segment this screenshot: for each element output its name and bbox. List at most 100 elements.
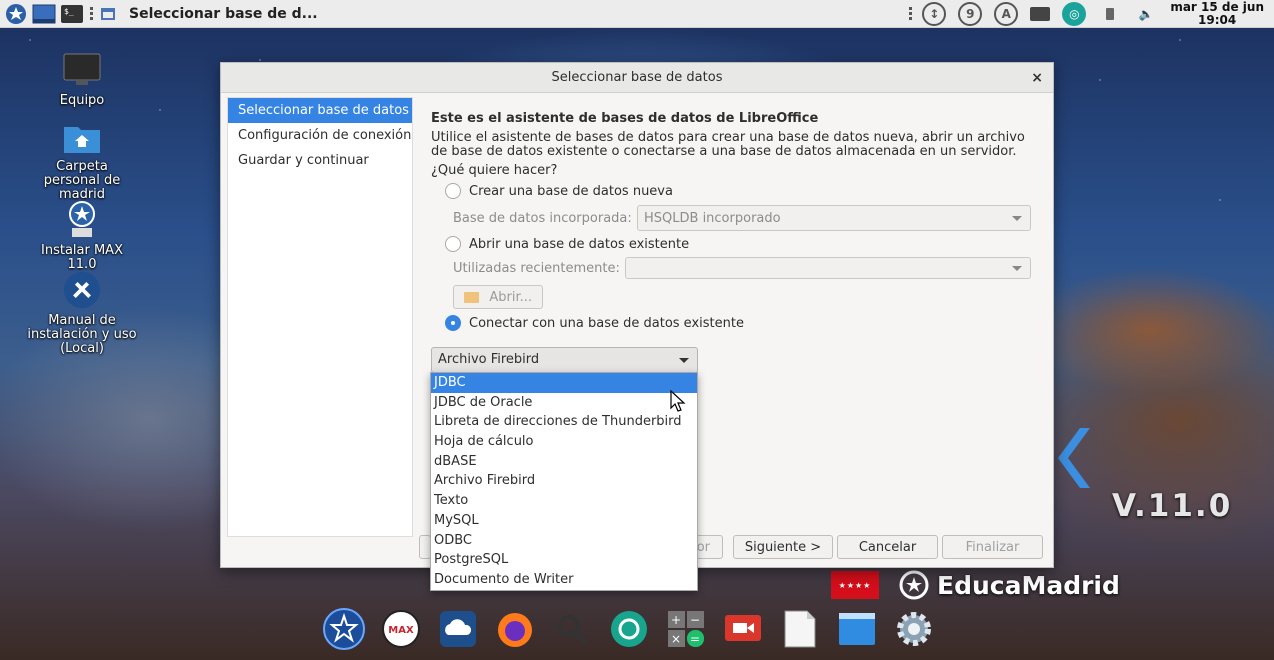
dock: MAX + − × = (322, 606, 949, 652)
taskbar-window-title: Seleccionar base de d... (129, 5, 318, 22)
back-button-label: or (696, 539, 710, 555)
display-icon[interactable] (1030, 7, 1051, 21)
desktop-icon-home[interactable]: Carpeta personal de madrid (27, 120, 137, 202)
max-inside-icon[interactable]: MAX (379, 607, 423, 651)
panel-separator (909, 7, 913, 21)
open-button-wrap: Abrir... (453, 285, 543, 309)
settings-icon[interactable] (892, 607, 936, 651)
educamadrid-wordmark: EducaMadrid (897, 570, 1120, 600)
dropdown-option-writer[interactable]: Documento de Writer (431, 570, 697, 590)
computer-icon (62, 50, 102, 90)
video-icon[interactable] (721, 607, 765, 651)
dropdown-option-jdbc-oracle[interactable]: JDBC de Oracle (431, 393, 697, 413)
embedded-db-value: HSQLDB incorporado (644, 210, 781, 226)
show-desktop-icon[interactable] (32, 3, 56, 25)
clock[interactable]: mar 15 de jun 19:04 (1170, 1, 1264, 27)
svg-text:$_: $_ (64, 7, 74, 16)
madrid-flag-icon: ★★★★ (831, 571, 879, 599)
embedded-db-select: HSQLDB incorporado (637, 205, 1031, 231)
desktop-icon-label: Equipo (59, 93, 105, 108)
recent-select (625, 257, 1031, 279)
desktop-icon-label: Instalar MAX 11.0 (41, 243, 123, 272)
next-button-label: Siguiente > (744, 539, 822, 555)
panel-separator (90, 6, 93, 21)
dropdown-option-spreadsheet[interactable]: Hoja de cálculo (431, 432, 697, 452)
dropdown-option-thunderbird[interactable]: Libreta de direcciones de Thunderbird (431, 412, 697, 432)
connect-radio[interactable] (445, 315, 461, 331)
terminal-icon[interactable]: $_ (60, 3, 84, 25)
volume-icon[interactable]: 🔈 (1134, 2, 1158, 26)
nine-icon[interactable]: 9 (958, 2, 983, 26)
home-folder-icon (62, 120, 102, 156)
wizard-steps: Seleccionar base de datos Configuración … (227, 97, 413, 537)
wizard-step-select-database[interactable]: Seleccionar base de datos (228, 98, 412, 123)
clock-time: 19:04 (1198, 13, 1237, 27)
a-icon[interactable]: A (994, 2, 1019, 26)
window-icon[interactable] (835, 607, 879, 651)
desktop-icon-equipo[interactable]: Equipo (27, 50, 137, 108)
educamadrid-star-icon (899, 570, 929, 600)
next-button[interactable]: Siguiente > (733, 535, 833, 559)
max-logo-fragment (1058, 428, 1090, 488)
vpn-icon[interactable]: ◎ (1062, 2, 1087, 26)
max-star-icon[interactable] (322, 607, 366, 651)
embedded-db-label: Base de datos incorporada: (453, 210, 632, 226)
connection-type-dropdown: JDBC JDBC de Oracle Libreta de direccion… (430, 372, 698, 591)
svg-text:MAX: MAX (388, 625, 414, 636)
taskbar-window-button[interactable]: Seleccionar base de d... (101, 6, 318, 22)
recent-row: Utilizadas recientemente: (453, 257, 1041, 279)
chevron-down-icon (1012, 216, 1022, 221)
desktop-icon-label: Manual de instalación y uso (Local) (27, 313, 137, 356)
connection-type-select[interactable]: Archivo Firebird (431, 347, 698, 373)
dropdown-option-jdbc[interactable]: JDBC (431, 373, 697, 393)
installer-icon (62, 200, 102, 240)
camera-shutter-icon[interactable] (607, 607, 651, 651)
dropdown-option-dbase[interactable]: dBASE (431, 452, 697, 472)
dialog-titlebar[interactable]: Seleccionar base de datos × (221, 63, 1053, 93)
wizard-heading: Este es el asistente de bases de datos d… (431, 111, 819, 126)
dropdown-option-text[interactable]: Texto (431, 491, 697, 511)
option-open-row[interactable]: Abrir una base de datos existente (431, 233, 1041, 255)
educamadrid-text: EducaMadrid (937, 570, 1120, 600)
option-create-row[interactable]: Crear una base de datos nueva (431, 180, 1041, 202)
cancel-button[interactable]: Cancelar (837, 535, 938, 559)
desktop-icon-label: Carpeta personal de madrid (43, 159, 121, 202)
svg-text:+: + (671, 613, 681, 627)
question-label: ¿Qué quiere hacer? (431, 163, 558, 178)
top-panel: $_ Seleccionar base de d... ↕ 9 A ◎ 🔈 ma… (0, 0, 1274, 28)
dropdown-option-mysql[interactable]: MySQL (431, 511, 697, 531)
document-icon[interactable] (778, 607, 822, 651)
dropdown-option-odbc[interactable]: ODBC (431, 531, 697, 551)
open-radio-label: Abrir una base de datos existente (469, 236, 690, 252)
wizard-step-connection-settings[interactable]: Configuración de conexión (228, 123, 412, 148)
close-icon[interactable]: × (1031, 63, 1043, 93)
folder-icon (464, 291, 480, 303)
mouse-pointer-icon (670, 390, 686, 412)
option-connect-row[interactable]: Conectar con una base de datos existente (431, 312, 1041, 334)
open-radio[interactable] (445, 236, 461, 252)
dialog-title: Seleccionar base de datos (551, 70, 723, 85)
create-radio-label: Crear una base de datos nueva (469, 183, 673, 199)
connect-radio-label: Conectar con una base de datos existente (469, 315, 744, 331)
battery-icon[interactable] (1098, 2, 1122, 26)
max-menu-icon[interactable] (4, 3, 28, 25)
info-icon[interactable]: ↕ (922, 2, 947, 26)
create-radio[interactable] (445, 183, 461, 199)
chevron-down-icon (679, 358, 689, 363)
educamadrid-logo: ★★★★ EducaMadrid (831, 570, 1120, 600)
dropdown-option-postgresql[interactable]: PostgreSQL (431, 550, 697, 570)
search-icon[interactable] (550, 607, 594, 651)
open-file-button-label: Abrir... (489, 289, 532, 305)
embedded-db-row: Base de datos incorporada: HSQLDB incorp… (453, 205, 1041, 231)
version-watermark: V.11.0 (1112, 488, 1233, 524)
connection-type-value: Archivo Firebird (438, 352, 540, 367)
firefox-icon[interactable] (493, 607, 537, 651)
desktop-icon-manual[interactable]: Manual de instalación y uso (Local) (27, 270, 137, 356)
dropdown-option-firebird[interactable]: Archivo Firebird (431, 471, 697, 491)
wizard-step-save-continue[interactable]: Guardar y continuar (228, 148, 412, 173)
calculator-icon[interactable]: + − × = (664, 607, 708, 651)
desktop-icon-installer[interactable]: Instalar MAX 11.0 (27, 200, 137, 272)
cloud-icon[interactable] (436, 607, 480, 651)
finish-button-label: Finalizar (965, 539, 1020, 555)
wizard-content: Este es el asistente de bases de datos d… (431, 111, 1041, 334)
